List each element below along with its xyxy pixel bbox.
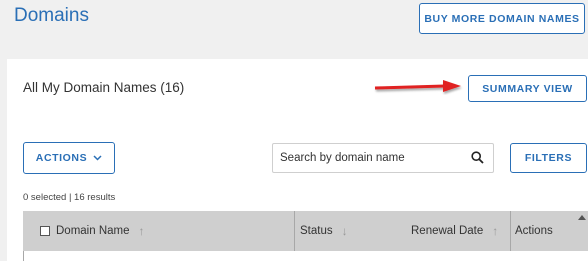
- column-label: Renewal Date: [411, 225, 484, 237]
- column-label: Status: [300, 225, 333, 237]
- search-input[interactable]: Search by domain name: [272, 143, 494, 173]
- column-header-status[interactable]: Status ↓: [300, 211, 348, 251]
- search-placeholder: Search by domain name: [280, 152, 405, 164]
- column-label: Actions: [515, 225, 553, 237]
- arrow-up-icon[interactable]: ↑: [492, 224, 498, 238]
- scroll-up-icon[interactable]: [578, 215, 586, 220]
- column-label: Domain Name: [56, 225, 130, 237]
- red-arrow-annotation: [374, 80, 461, 92]
- filters-button[interactable]: FILTERS: [510, 143, 587, 173]
- actions-label: ACTIONS: [35, 152, 88, 164]
- results-summary: 0 selected | 16 results: [23, 192, 116, 203]
- page-title: Domains: [14, 5, 89, 26]
- card-title: All My Domain Names (16): [23, 80, 185, 95]
- table-header: Domain Name ↑ Status ↓ Renewal Date ↑ Ac…: [23, 211, 588, 261]
- arrow-up-icon[interactable]: ↑: [139, 224, 145, 238]
- search-icon[interactable]: [471, 151, 484, 164]
- column-header-actions: Actions: [515, 211, 553, 251]
- actions-dropdown-button[interactable]: ACTIONS: [23, 142, 115, 174]
- summary-view-button[interactable]: SUMMARY VIEW: [468, 75, 587, 102]
- domains-card: All My Domain Names (16) SUMMARY VIEW AC…: [7, 59, 588, 261]
- arrow-down-icon[interactable]: ↓: [342, 224, 348, 238]
- select-all-checkbox[interactable]: [40, 226, 50, 236]
- buy-more-domains-button[interactable]: BUY MORE DOMAIN NAMES: [419, 3, 585, 34]
- table-body: [23, 251, 588, 261]
- chevron-down-icon: [93, 155, 102, 161]
- column-header-domain-name[interactable]: Domain Name ↑: [40, 211, 145, 251]
- column-header-renewal-date[interactable]: Renewal Date ↑: [411, 211, 498, 251]
